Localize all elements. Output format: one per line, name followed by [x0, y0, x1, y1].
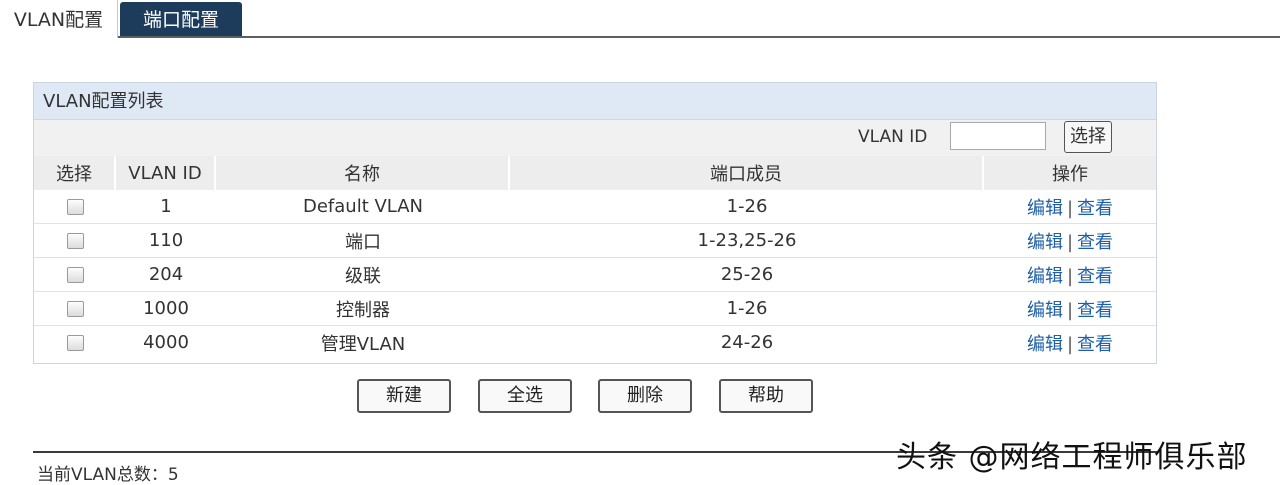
- tab-divider: [0, 36, 1280, 38]
- edit-link[interactable]: 编辑: [1027, 300, 1063, 321]
- separator: |: [1066, 231, 1074, 253]
- panel-title: VLAN配置列表: [34, 83, 1156, 120]
- row-checkbox[interactable]: [66, 267, 84, 283]
- row-checkbox[interactable]: [66, 335, 84, 351]
- table-row: 110 端口 1-23,25-26 编辑 | 查看: [34, 224, 1156, 258]
- select-all-button[interactable]: 全选: [478, 379, 572, 413]
- view-link[interactable]: 查看: [1077, 198, 1113, 219]
- vlan-name-cell: 级联: [216, 258, 510, 292]
- separator: |: [1066, 197, 1074, 219]
- port-members-cell: 1-23,25-26: [510, 224, 984, 258]
- row-checkbox[interactable]: [66, 301, 84, 317]
- view-link[interactable]: 查看: [1077, 300, 1113, 321]
- column-header-operation: 操作: [984, 156, 1156, 190]
- vlan-table: 选择 VLAN ID 名称 端口成员 操作 1 Default VLAN 1-2…: [34, 156, 1156, 359]
- edit-link[interactable]: 编辑: [1027, 232, 1063, 253]
- vlan-name-cell: 控制器: [216, 292, 510, 326]
- separator: |: [1066, 265, 1074, 287]
- edit-link[interactable]: 编辑: [1027, 266, 1063, 287]
- separator: |: [1066, 333, 1074, 355]
- search-row: VLAN ID 选择: [34, 120, 1156, 156]
- column-header-name: 名称: [216, 156, 510, 190]
- table-row: 4000 管理VLAN 24-26 编辑 | 查看: [34, 326, 1156, 359]
- row-checkbox[interactable]: [66, 199, 84, 215]
- tab-vlan-config[interactable]: VLAN配置: [0, 0, 118, 38]
- table-row: 1000 控制器 1-26 编辑 | 查看: [34, 292, 1156, 326]
- column-header-select: 选择: [34, 156, 116, 190]
- port-members-cell: 24-26: [510, 326, 984, 359]
- vlan-id-cell: 1000: [116, 292, 216, 326]
- help-button[interactable]: 帮助: [719, 379, 813, 413]
- table-header-row: 选择 VLAN ID 名称 端口成员 操作: [34, 156, 1156, 190]
- watermark: 头条 @网络工程师俱乐部: [896, 440, 1248, 475]
- row-checkbox[interactable]: [66, 233, 84, 249]
- vlan-name-cell: Default VLAN: [216, 190, 510, 224]
- vlan-total-count: 当前VLAN总数：5: [37, 465, 179, 485]
- port-members-cell: 1-26: [510, 292, 984, 326]
- view-link[interactable]: 查看: [1077, 232, 1113, 253]
- column-header-vlan-id: VLAN ID: [116, 156, 216, 190]
- vlan-config-panel: VLAN配置列表 VLAN ID 选择 选择 VLAN ID 名称 端口成员 操…: [33, 82, 1157, 364]
- edit-link[interactable]: 编辑: [1027, 198, 1063, 219]
- delete-button[interactable]: 删除: [598, 379, 692, 413]
- port-members-cell: 25-26: [510, 258, 984, 292]
- search-label: VLAN ID: [858, 127, 928, 147]
- vlan-id-cell: 1: [116, 190, 216, 224]
- separator: |: [1066, 299, 1074, 321]
- select-button[interactable]: 选择: [1064, 121, 1112, 153]
- vlan-id-cell: 4000: [116, 326, 216, 359]
- edit-link[interactable]: 编辑: [1027, 334, 1063, 355]
- column-header-ports: 端口成员: [510, 156, 984, 190]
- vlan-id-cell: 204: [116, 258, 216, 292]
- port-members-cell: 1-26: [510, 190, 984, 224]
- new-button[interactable]: 新建: [357, 379, 451, 413]
- vlan-name-cell: 管理VLAN: [216, 326, 510, 359]
- vlan-id-input[interactable]: [950, 122, 1046, 150]
- table-row: 204 级联 25-26 编辑 | 查看: [34, 258, 1156, 292]
- table-row: 1 Default VLAN 1-26 编辑 | 查看: [34, 190, 1156, 224]
- vlan-name-cell: 端口: [216, 224, 510, 258]
- view-link[interactable]: 查看: [1077, 266, 1113, 287]
- tab-port-config[interactable]: 端口配置: [120, 2, 242, 36]
- view-link[interactable]: 查看: [1077, 334, 1113, 355]
- tab-bar: VLAN配置 端口配置: [0, 0, 1280, 38]
- vlan-id-cell: 110: [116, 224, 216, 258]
